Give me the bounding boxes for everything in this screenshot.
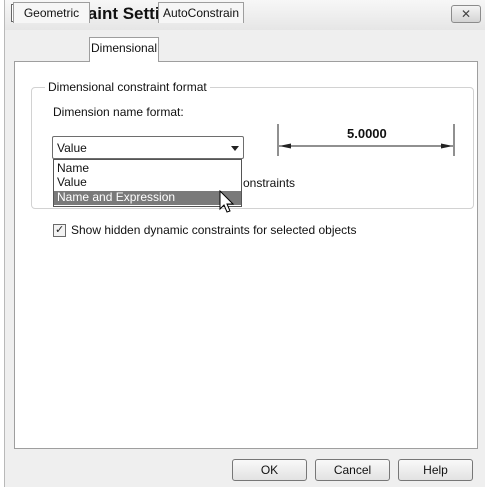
- chevron-down-icon: [231, 146, 239, 151]
- option-value[interactable]: Value: [54, 176, 241, 190]
- option-name[interactable]: Name: [54, 162, 241, 176]
- ok-button[interactable]: OK: [232, 459, 307, 481]
- help-button[interactable]: Help: [398, 459, 473, 481]
- close-button[interactable]: ✕: [451, 5, 481, 23]
- checkmark-icon: ✓: [55, 224, 65, 236]
- dimension-preview-value: 5.0000: [347, 126, 387, 141]
- cancel-button[interactable]: Cancel: [315, 459, 390, 481]
- close-icon: ✕: [460, 7, 472, 21]
- tab-geometric[interactable]: Geometric: [13, 2, 90, 23]
- tab-autoconstrain[interactable]: AutoConstrain: [158, 2, 244, 23]
- name-format-value: Value: [57, 141, 87, 155]
- name-format-select[interactable]: Value: [52, 136, 244, 159]
- name-format-dropdown: Name Value Name and Expression: [53, 159, 242, 207]
- partially-hidden-label: onstraints: [243, 176, 296, 190]
- name-format-label: Dimension name format:: [53, 105, 184, 119]
- mouse-pointer-icon: [219, 190, 235, 213]
- constraint-settings-window: Constraint Settings ✕ Geometric Dimensio…: [4, 0, 485, 487]
- tab-dimensional[interactable]: Dimensional: [89, 37, 159, 62]
- group-title: Dimensional constraint format: [45, 80, 210, 94]
- option-name-and-expression[interactable]: Name and Expression: [54, 191, 241, 205]
- show-hidden-checkbox[interactable]: ✓: [53, 224, 66, 237]
- show-hidden-label[interactable]: Show hidden dynamic constraints for sele…: [71, 223, 357, 237]
